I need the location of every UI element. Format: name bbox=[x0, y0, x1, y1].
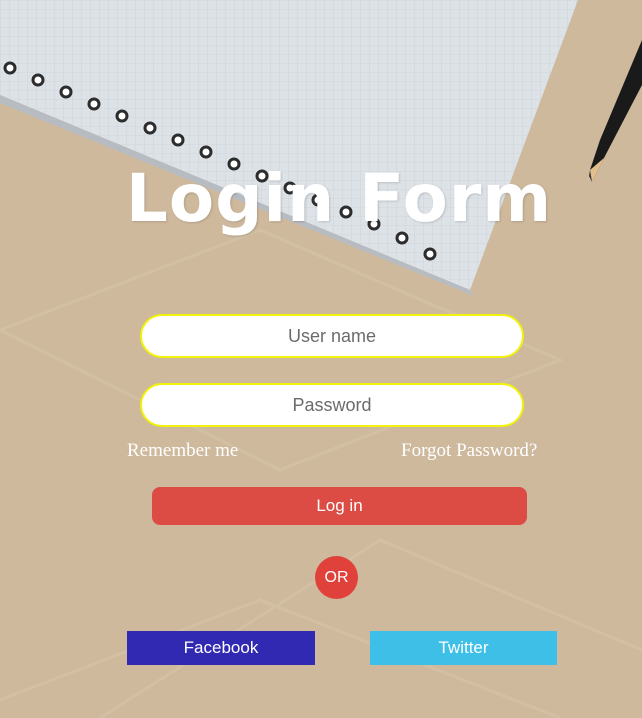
password-input[interactable] bbox=[140, 383, 524, 427]
facebook-button[interactable]: Facebook bbox=[127, 631, 315, 665]
page-title: Login Form bbox=[125, 160, 553, 237]
or-divider-badge: OR bbox=[315, 556, 358, 599]
twitter-button[interactable]: Twitter bbox=[370, 631, 557, 665]
remember-me-link[interactable]: Remember me bbox=[127, 440, 238, 462]
username-input[interactable] bbox=[140, 314, 524, 358]
login-button[interactable]: Log in bbox=[152, 487, 527, 525]
background-image bbox=[0, 0, 642, 718]
forgot-password-link[interactable]: Forgot Password? bbox=[401, 440, 537, 462]
